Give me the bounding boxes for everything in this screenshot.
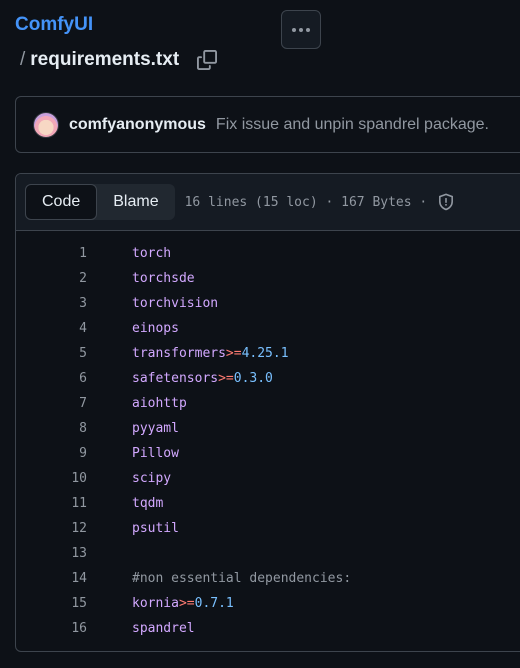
line-number[interactable]: 7: [16, 396, 87, 411]
package-name: torch: [132, 246, 172, 261]
file-header: Code Blame 16 lines (15 loc) · 167 Bytes…: [16, 174, 520, 231]
code-comment: #non essential dependencies:: [132, 571, 352, 586]
code-line: 11 tqdm: [16, 491, 520, 516]
package-name: kornia: [132, 596, 179, 611]
code-line: 15 kornia>=0.7.1: [16, 591, 520, 616]
code-line: 3 torchvision: [16, 291, 520, 316]
package-name: scipy: [132, 471, 172, 486]
line-content: torchvision: [132, 296, 218, 311]
code-line: 10 scipy: [16, 466, 520, 491]
line-number[interactable]: 3: [16, 296, 87, 311]
package-name: aiohttp: [132, 396, 187, 411]
package-name: psutil: [132, 521, 179, 536]
kebab-icon: [292, 27, 296, 32]
line-number[interactable]: 15: [16, 596, 87, 611]
package-name: Pillow: [132, 446, 179, 461]
line-number[interactable]: 11: [16, 496, 87, 511]
line-number[interactable]: 6: [16, 371, 87, 386]
package-name: safetensors: [132, 371, 219, 386]
code-line: 14 #non essential dependencies:: [16, 566, 520, 591]
tab-blame[interactable]: Blame: [97, 184, 174, 220]
line-number[interactable]: 14: [16, 571, 87, 586]
package-name: torchvision: [132, 296, 219, 311]
line-content: torch: [132, 246, 171, 261]
code-line: 16 spandrel: [16, 616, 520, 641]
code-listing: 1 torch 2 torchsde 3 torchvision 4 einops 5 trans…: [16, 231, 520, 641]
path-separator: /: [20, 49, 26, 70]
line-content: torchsde: [132, 271, 195, 286]
version-number: 0.7.1: [194, 596, 234, 611]
package-name: torchsde: [132, 271, 195, 286]
version-operator: >=: [178, 596, 195, 611]
more-options-button[interactable]: [281, 10, 321, 49]
line-number[interactable]: 13: [16, 546, 87, 561]
package-name: transformers: [132, 346, 226, 361]
copy-icon[interactable]: [197, 50, 218, 70]
code-line: 4 einops: [16, 316, 520, 341]
line-content: Pillow: [132, 446, 179, 461]
code-line: 1 torch: [16, 241, 520, 266]
code-line: 9 Pillow: [16, 441, 520, 466]
line-content: pyyaml: [132, 421, 179, 436]
code-line: 8 pyyaml: [16, 416, 520, 441]
code-line: 5 transformers>=4.25.1: [16, 341, 520, 366]
line-number[interactable]: 4: [16, 321, 87, 336]
code-line: 2 torchsde: [16, 266, 520, 291]
package-name: tqdm: [132, 496, 164, 511]
line-number[interactable]: 12: [16, 521, 87, 536]
file-name: requirements.txt: [30, 49, 180, 70]
line-content: einops: [132, 321, 179, 336]
commit-message[interactable]: Fix issue and unpin spandrel package.: [216, 116, 489, 134]
line-content: psutil: [132, 521, 179, 536]
line-content: aiohttp: [132, 396, 187, 411]
commit-author[interactable]: comfyanonymous: [69, 116, 206, 134]
kebab-icon-dot: [299, 27, 303, 32]
line-number[interactable]: 9: [16, 446, 87, 461]
line-number[interactable]: 1: [16, 246, 87, 261]
version-operator: >=: [218, 371, 234, 386]
code-line: 6 safetensors>=0.3.0: [16, 366, 520, 391]
breadcrumb: / requirements.txt: [20, 48, 218, 72]
code-line: 13: [16, 541, 520, 566]
file-viewer: Code Blame 16 lines (15 loc) · 167 Bytes…: [15, 173, 520, 652]
package-name: spandrel: [132, 621, 195, 636]
latest-commit-bar: comfyanonymous Fix issue and unpin spand…: [15, 96, 520, 153]
avatar[interactable]: [33, 111, 59, 138]
line-content: scipy: [132, 471, 171, 486]
repo-link[interactable]: ComfyUI: [15, 14, 93, 36]
line-number[interactable]: 5: [16, 346, 87, 361]
package-name: einops: [132, 321, 179, 336]
line-content: #non essential dependencies:: [132, 571, 351, 586]
shield-icon[interactable]: [437, 193, 455, 211]
view-toggle: Code Blame: [25, 184, 175, 220]
tab-code[interactable]: Code: [25, 184, 98, 220]
line-content: safetensors>=0.3.0: [132, 371, 273, 386]
line-number[interactable]: 16: [16, 621, 87, 636]
line-content: tqdm: [132, 496, 163, 511]
line-number[interactable]: 8: [16, 421, 87, 436]
line-content: spandrel: [132, 621, 195, 636]
file-meta-text: 16 lines (15 loc) · 167 Bytes ·: [184, 194, 428, 210]
line-content: kornia>=0.7.1: [132, 596, 234, 611]
file-meta: 16 lines (15 loc) · 167 Bytes ·: [185, 193, 456, 211]
line-number[interactable]: 10: [16, 471, 87, 486]
version-number: 4.25.1: [241, 346, 289, 361]
line-number[interactable]: 2: [16, 271, 87, 286]
code-line: 12 psutil: [16, 516, 520, 541]
version-operator: >=: [225, 346, 242, 361]
code-line: 7 aiohttp: [16, 391, 520, 416]
package-name: pyyaml: [132, 421, 179, 436]
line-content: transformers>=4.25.1: [132, 346, 289, 361]
version-number: 0.3.0: [233, 371, 273, 386]
kebab-icon-dot: [306, 27, 310, 32]
